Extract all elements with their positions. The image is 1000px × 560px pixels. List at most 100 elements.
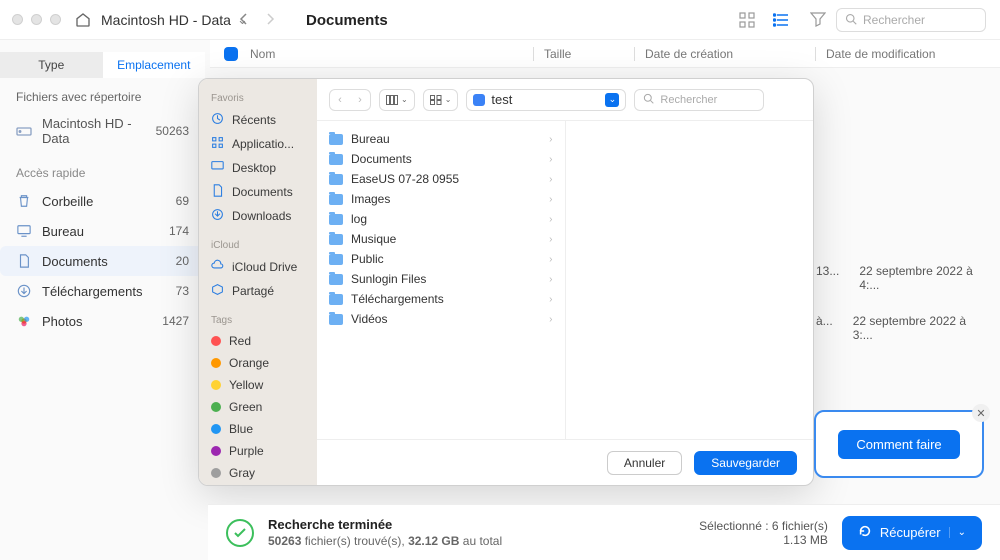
close-icon[interactable]: ✕: [972, 404, 990, 422]
dialog-view-columns[interactable]: ⌄: [379, 89, 415, 111]
grid-view-icon[interactable]: [736, 11, 758, 29]
folder-t-l-chargements[interactable]: Téléchargements›: [317, 289, 565, 309]
close-light[interactable]: [12, 14, 23, 25]
tab-type[interactable]: Type: [0, 52, 103, 78]
dialog-sidebar: Favoris RécentsApplicatio...DesktopDocum…: [199, 79, 317, 485]
quick-count: 174: [169, 224, 189, 238]
col-created[interactable]: Date de création: [645, 47, 805, 61]
dlg-side-applicatio-[interactable]: Applicatio...: [199, 132, 317, 156]
zoom-light[interactable]: [50, 14, 61, 25]
tag-green[interactable]: Green: [199, 396, 317, 418]
device-row[interactable]: Macintosh HD - Data 50263: [0, 110, 205, 152]
files-with-dir-header: Fichiers avec répertoire: [0, 78, 205, 110]
folder-images[interactable]: Images›: [317, 189, 565, 209]
chevron-right-icon: ›: [549, 214, 552, 225]
tag-dot-icon: [211, 380, 221, 390]
back-button[interactable]: [238, 13, 250, 28]
dialog-path-select[interactable]: test ⌄: [466, 89, 626, 111]
dlg-side-downloads[interactable]: Downloads: [199, 204, 317, 228]
help-banner: ✕ Comment faire: [814, 410, 984, 478]
status-subtitle: 50263 fichier(s) trouvé(s), 32.12 GB au …: [268, 534, 502, 548]
folder-vid-os[interactable]: Vidéos›: [317, 309, 565, 329]
sidebar-tabs: Type Emplacement: [0, 52, 205, 78]
restore-icon: [858, 524, 872, 541]
quick-photos[interactable]: Photos 1427: [0, 306, 205, 336]
chevron-right-icon: ›: [549, 174, 552, 185]
quick-count: 1427: [162, 314, 189, 328]
tag-dot-icon: [211, 358, 221, 368]
tab-location[interactable]: Emplacement: [103, 52, 206, 78]
tag-orange[interactable]: Orange: [199, 352, 317, 374]
folder-icon: [329, 154, 343, 165]
traffic-lights: [12, 14, 61, 25]
list-view-icon[interactable]: [770, 11, 792, 29]
dialog-path-value: test: [491, 92, 512, 107]
tag-purple[interactable]: Purple: [199, 440, 317, 462]
folder-icon: [329, 254, 343, 265]
folder-icon: [329, 314, 343, 325]
col-name[interactable]: Nom: [250, 47, 523, 61]
minimize-light[interactable]: [31, 14, 42, 25]
doc-icon: [211, 184, 224, 200]
folder-log[interactable]: log›: [317, 209, 565, 229]
dlg-side-r-cents[interactable]: Récents: [199, 108, 317, 132]
col-size[interactable]: Taille: [544, 47, 624, 61]
selected-size: 1.13 MB: [699, 533, 828, 547]
dialog-back[interactable]: ‹: [330, 90, 350, 110]
quick-bureau[interactable]: Bureau174: [0, 216, 205, 246]
folder-icon: [329, 234, 343, 245]
dlg-side-partag-[interactable]: Partagé: [199, 279, 317, 303]
dialog-footer: Annuler Sauvegarder: [317, 439, 813, 485]
quick-label: Documents: [42, 254, 166, 269]
folder-sunlogin-files[interactable]: Sunlogin Files›: [317, 269, 565, 289]
dialog-search[interactable]: Rechercher: [634, 89, 764, 111]
home-icon[interactable]: [75, 12, 91, 28]
cloud-icon: [211, 259, 224, 275]
dlg-side-documents[interactable]: Documents: [199, 180, 317, 204]
search-placeholder: Rechercher: [863, 13, 925, 27]
dlg-side-desktop[interactable]: Desktop: [199, 156, 317, 180]
filter-icon[interactable]: [810, 11, 826, 30]
tag-blue[interactable]: Blue: [199, 418, 317, 440]
apps-icon: [211, 136, 224, 152]
folder-icon: [329, 194, 343, 205]
dlg-side-icloud-drive[interactable]: iCloud Drive: [199, 255, 317, 279]
columns-header: Nom Taille Date de création Date de modi…: [210, 40, 1000, 68]
folder-icon: [473, 94, 485, 106]
shared-icon: [211, 283, 224, 299]
quick-documents[interactable]: Documents20: [0, 246, 205, 276]
folder-musique[interactable]: Musique›: [317, 229, 565, 249]
folder-bureau[interactable]: Bureau›: [317, 129, 565, 149]
col-modified[interactable]: Date de modification: [826, 47, 986, 61]
breadcrumb: Documents: [306, 12, 388, 29]
quick-téléchargements[interactable]: Téléchargements73: [0, 276, 205, 306]
dialog-forward[interactable]: ›: [350, 90, 370, 110]
tag-dot-icon: [211, 424, 221, 434]
select-all-checkbox[interactable]: [224, 47, 238, 61]
results-peek: 13...22 septembre 2022 à 4:... à...22 se…: [816, 260, 986, 346]
cancel-button[interactable]: Annuler: [607, 451, 682, 475]
folder-public[interactable]: Public›: [317, 249, 565, 269]
quick-label: Photos: [42, 314, 152, 329]
recover-label: Récupérer: [880, 525, 941, 540]
search-icon: [845, 13, 857, 28]
tag-yellow[interactable]: Yellow: [199, 374, 317, 396]
recover-button[interactable]: Récupérer ⌄: [842, 516, 982, 550]
chevron-right-icon: ›: [549, 154, 552, 165]
main-sidebar: Type Emplacement Fichiers avec répertoir…: [0, 40, 205, 560]
tag-red[interactable]: Red: [199, 330, 317, 352]
quick-access-header: Accès rapide: [0, 152, 205, 186]
dialog-view-grid[interactable]: ⌄: [423, 89, 459, 111]
folder-documents[interactable]: Documents›: [317, 149, 565, 169]
folder-icon: [329, 214, 343, 225]
quick-corbeille[interactable]: Corbeille69: [0, 186, 205, 216]
forward-button[interactable]: [264, 13, 276, 28]
tag-gray[interactable]: Gray: [199, 462, 317, 484]
device-count: 50263: [156, 124, 189, 138]
folder-easeus-07-28-0955[interactable]: EaseUS 07-28 0955›: [317, 169, 565, 189]
help-button[interactable]: Comment faire: [838, 430, 959, 459]
save-button[interactable]: Sauvegarder: [694, 451, 797, 475]
search-icon: [643, 93, 654, 107]
chevron-down-icon[interactable]: ⌄: [949, 527, 966, 538]
main-search[interactable]: Rechercher: [836, 8, 986, 32]
